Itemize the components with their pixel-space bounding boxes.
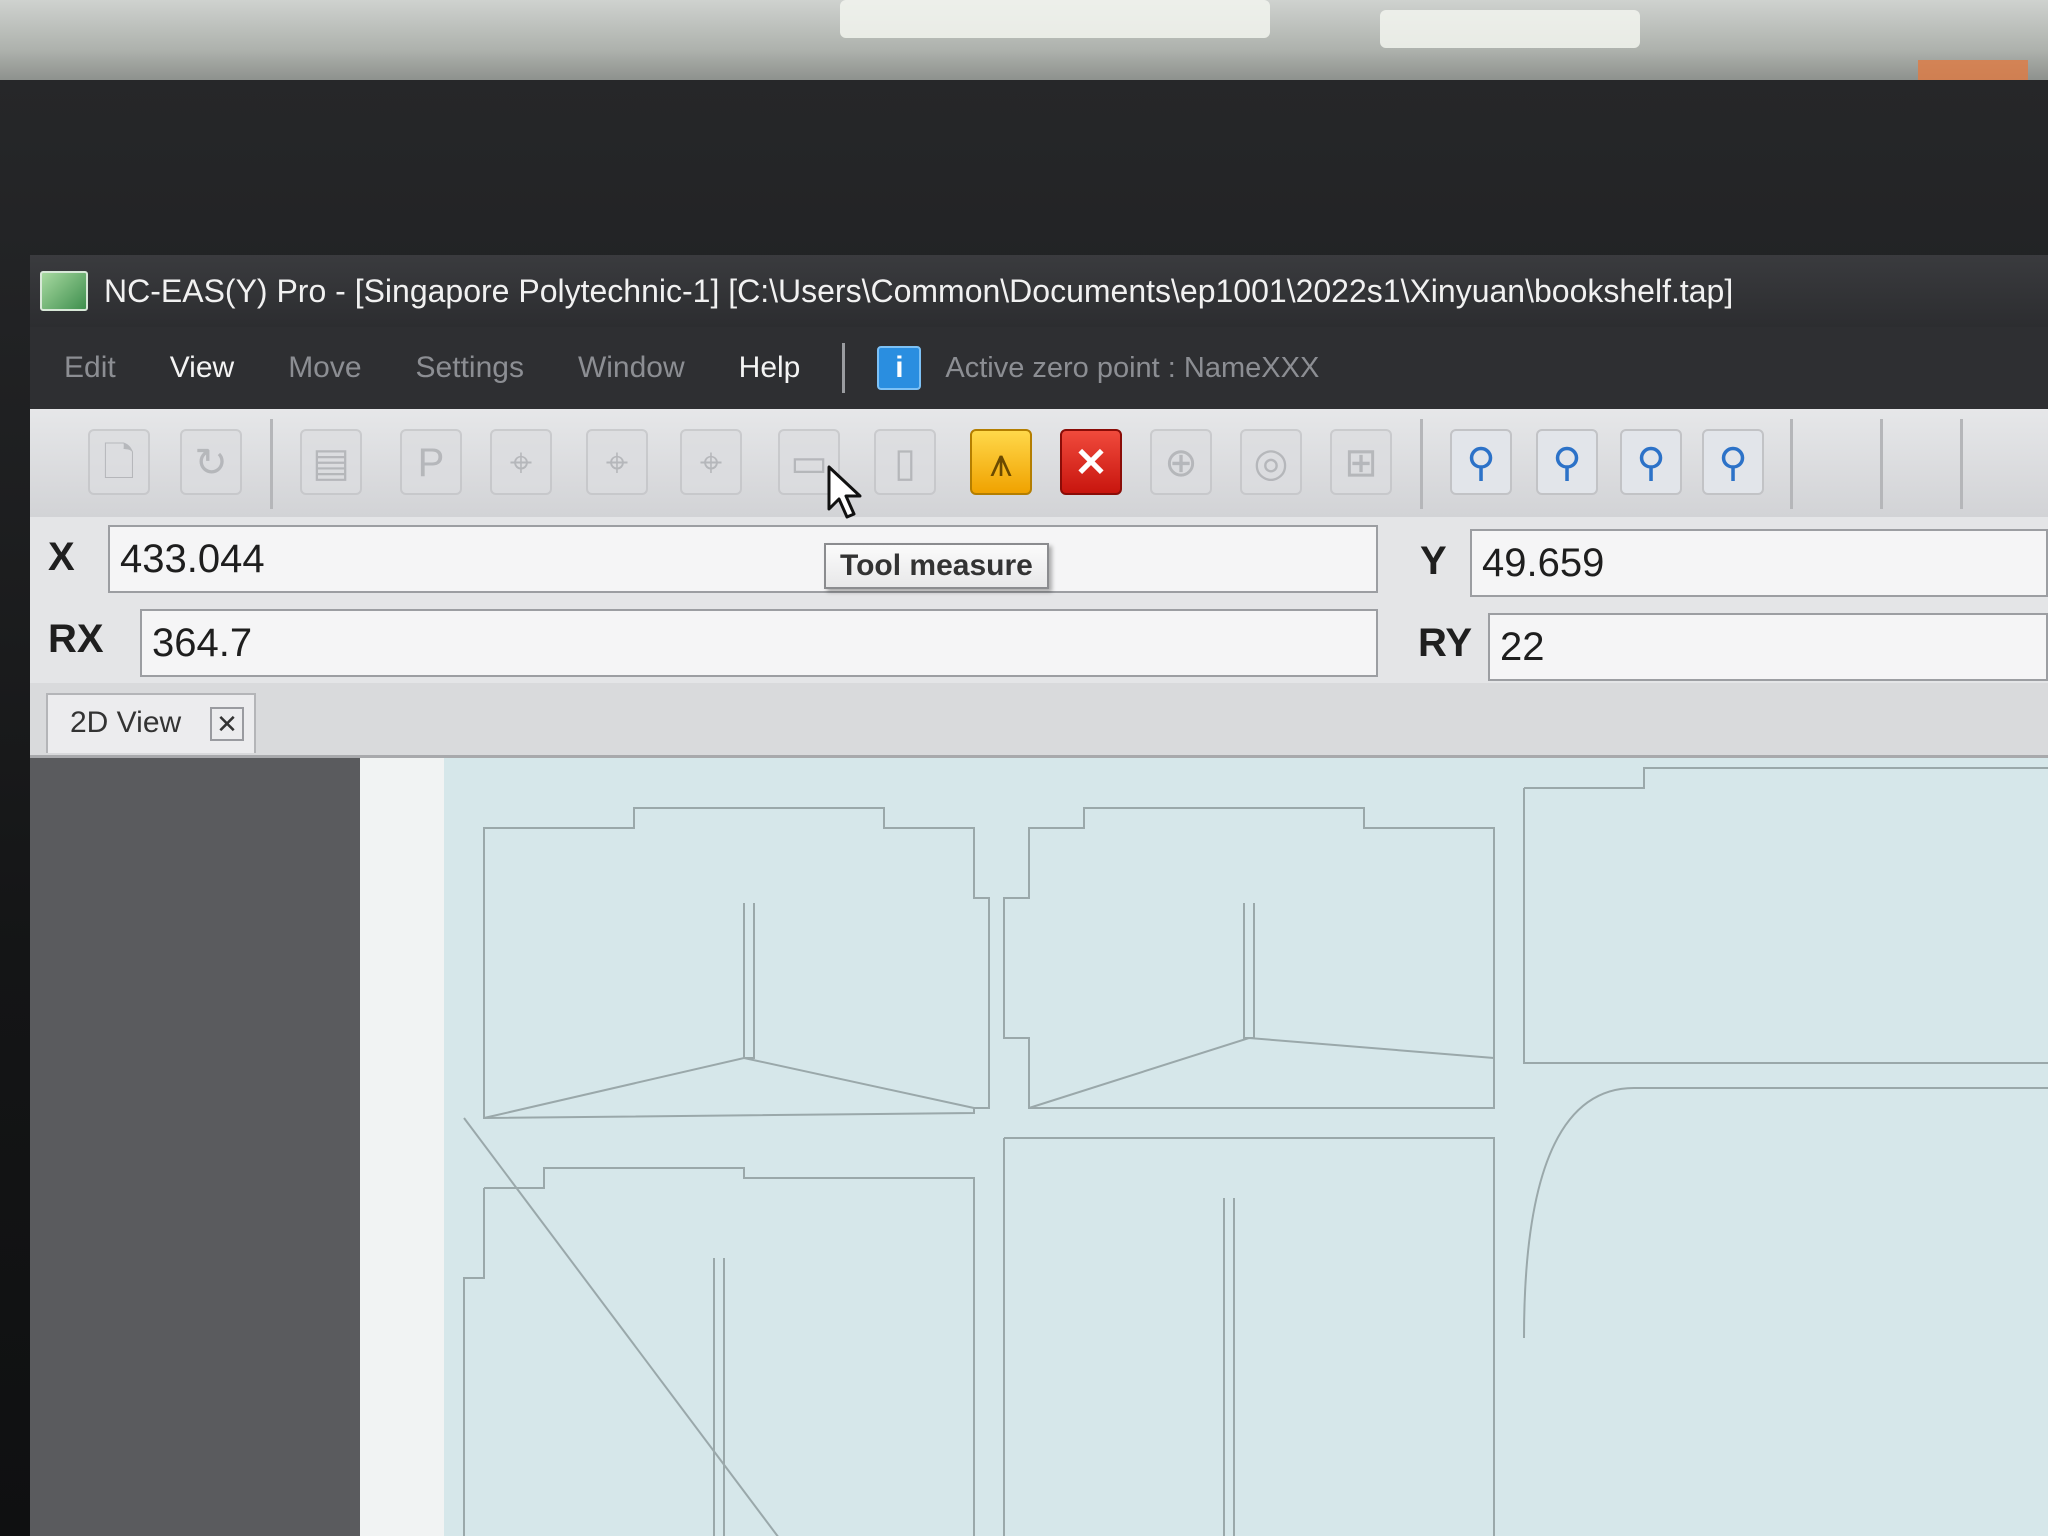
reference-x-icon[interactable]: ⌖ xyxy=(490,429,552,495)
toolbar-separator xyxy=(270,419,273,509)
spindle-icon[interactable]: ◎ xyxy=(1240,429,1302,495)
toolbar-separator xyxy=(1880,419,1883,509)
rx-label: RX xyxy=(48,617,104,661)
zoom-window-icon[interactable]: ⚲ xyxy=(1536,429,1598,495)
pallet-icon[interactable]: ⊞ xyxy=(1330,429,1392,495)
ry-label: RY xyxy=(1418,621,1473,665)
jog-icon[interactable]: ⊕ xyxy=(1150,429,1212,495)
2d-view-canvas[interactable] xyxy=(444,758,2048,1536)
window-title: NC-EAS(Y) Pro - [Singapore Polytechnic-1… xyxy=(104,272,1734,309)
tab-2d-view-label: 2D View xyxy=(70,706,182,739)
toolpath-drawing xyxy=(463,767,2048,1536)
zoom-in-icon[interactable]: ⚲ xyxy=(1620,429,1682,495)
toolbar: 🗋 ↻ ▤ P ⌖ ⌖ ⌖ ▭ ▯ ⩚ ✕ ⊕ ◎ ⊞ ⚲ ⚲ ⚲ ⚲ xyxy=(30,409,2048,519)
y-value-field[interactable]: 49.659 xyxy=(1470,529,2048,597)
active-zero-point-label: Active zero point : NameXXX xyxy=(945,351,1320,384)
zoom-select-icon[interactable]: ⚲ xyxy=(1702,429,1764,495)
menu-help[interactable]: Help xyxy=(739,351,801,385)
app-window: NC-EAS(Y) Pro - [Singapore Polytechnic-1… xyxy=(30,255,2048,1536)
menu-bar: Edit View Move Settings Window Help i Ac… xyxy=(30,327,2048,409)
y-label: Y xyxy=(1420,539,1447,583)
close-icon[interactable]: ✕ xyxy=(210,707,244,741)
menu-view[interactable]: View xyxy=(170,351,234,385)
view-margin xyxy=(360,758,444,1536)
title-bar: NC-EAS(Y) Pro - [Singapore Polytechnic-1… xyxy=(30,255,2048,327)
menu-separator xyxy=(842,343,846,393)
open-file-icon[interactable]: ↻ xyxy=(180,429,242,495)
x-label: X xyxy=(48,535,75,579)
reference-y-icon[interactable]: ⌖ xyxy=(586,429,648,495)
x-value-field[interactable]: 433.044 xyxy=(108,525,1378,593)
info-icon[interactable]: i xyxy=(877,346,922,390)
ceiling-light xyxy=(1380,10,1640,48)
tab-2d-view[interactable]: 2D View ✕ xyxy=(46,693,256,753)
stop-icon[interactable]: ✕ xyxy=(1060,429,1122,495)
rx-value-field[interactable]: 364.7 xyxy=(140,609,1378,677)
toolbar-separator xyxy=(1790,419,1793,509)
menu-move[interactable]: Move xyxy=(288,351,361,385)
parameter-icon[interactable]: P xyxy=(400,429,462,495)
view-side-panel xyxy=(30,758,360,1536)
ceiling-light xyxy=(840,0,1270,38)
toolbar-separator xyxy=(1420,419,1423,509)
mouse-cursor-icon xyxy=(827,465,862,519)
menu-edit[interactable]: Edit xyxy=(64,351,116,385)
ry-value-field[interactable]: 22 xyxy=(1488,613,2048,681)
menu-window[interactable]: Window xyxy=(578,351,685,385)
tool-measure-tooltip: Tool measure xyxy=(824,543,1049,589)
program-icon[interactable]: ▤ xyxy=(300,429,362,495)
coordinate-row-rxry: RX 364.7 RY 22 xyxy=(30,603,2048,683)
zoom-fit-icon[interactable]: ⚲ xyxy=(1450,429,1512,495)
reference-z-icon[interactable]: ⌖ xyxy=(680,429,742,495)
toolbar-separator xyxy=(1960,419,1963,509)
app-icon xyxy=(40,271,88,311)
new-file-icon[interactable]: 🗋 xyxy=(88,429,150,495)
document-tab-strip: 2D View ✕ xyxy=(30,683,2048,758)
page-icon[interactable]: ▯ xyxy=(874,429,936,495)
start-icon[interactable]: ⩚ xyxy=(970,429,1032,495)
menu-settings[interactable]: Settings xyxy=(416,351,524,385)
